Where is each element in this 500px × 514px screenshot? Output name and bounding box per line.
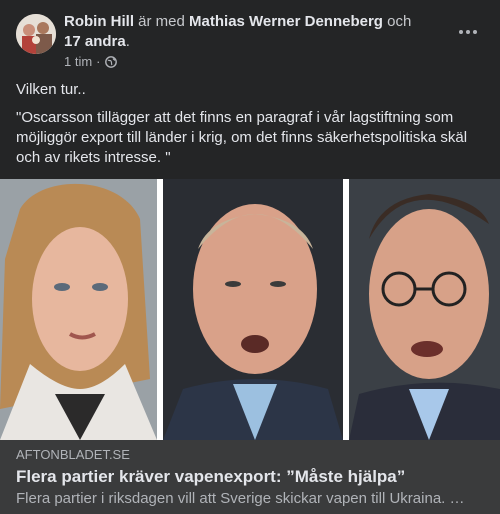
post-header: Robin Hill är med Mathias Werner Dennebe… [16,12,484,72]
post-text: Vilken tur.. "Oscarsson tillägger att de… [16,80,486,176]
tagged-person-link[interactable]: Mathias Werner Denneberg [189,13,383,30]
post-text-quote: "Oscarsson tillägger att det finns en pa… [16,109,468,166]
others-link[interactable]: 17 andra [64,33,126,50]
and-text: och [382,13,412,30]
link-preview-card[interactable]: AFTONBLADET.SE Flera partier kräver vape… [0,440,500,514]
photo-woman [0,179,157,440]
more-options-dot [466,30,470,34]
post-meta: 1 tim · [64,54,117,69]
post-time-link[interactable]: 1 tim [64,54,92,69]
photo-man-glasses [349,179,500,440]
globe-icon[interactable] [104,55,117,68]
author-avatar[interactable] [16,14,56,54]
link-preview-image[interactable] [0,179,500,440]
link-description: Flera partier i riksdagen vill att Sveri… [16,490,465,507]
more-options-icon [459,30,463,34]
post-author-line: Robin Hill är med Mathias Werner Dennebe… [64,12,424,52]
link-domain: AFTONBLADET.SE [16,447,130,462]
more-options-dot [473,30,477,34]
photo-man-center [163,179,343,440]
more-options-button[interactable] [452,20,484,44]
with-text: är med [134,13,190,30]
period-text: . [125,33,130,50]
post-text-line: Vilken tur.. [16,81,86,98]
link-headline[interactable]: Flera partier kräver vapenexport: ”Måste… [16,467,405,487]
meta-separator: · [96,54,101,69]
author-name-link[interactable]: Robin Hill [64,13,134,30]
